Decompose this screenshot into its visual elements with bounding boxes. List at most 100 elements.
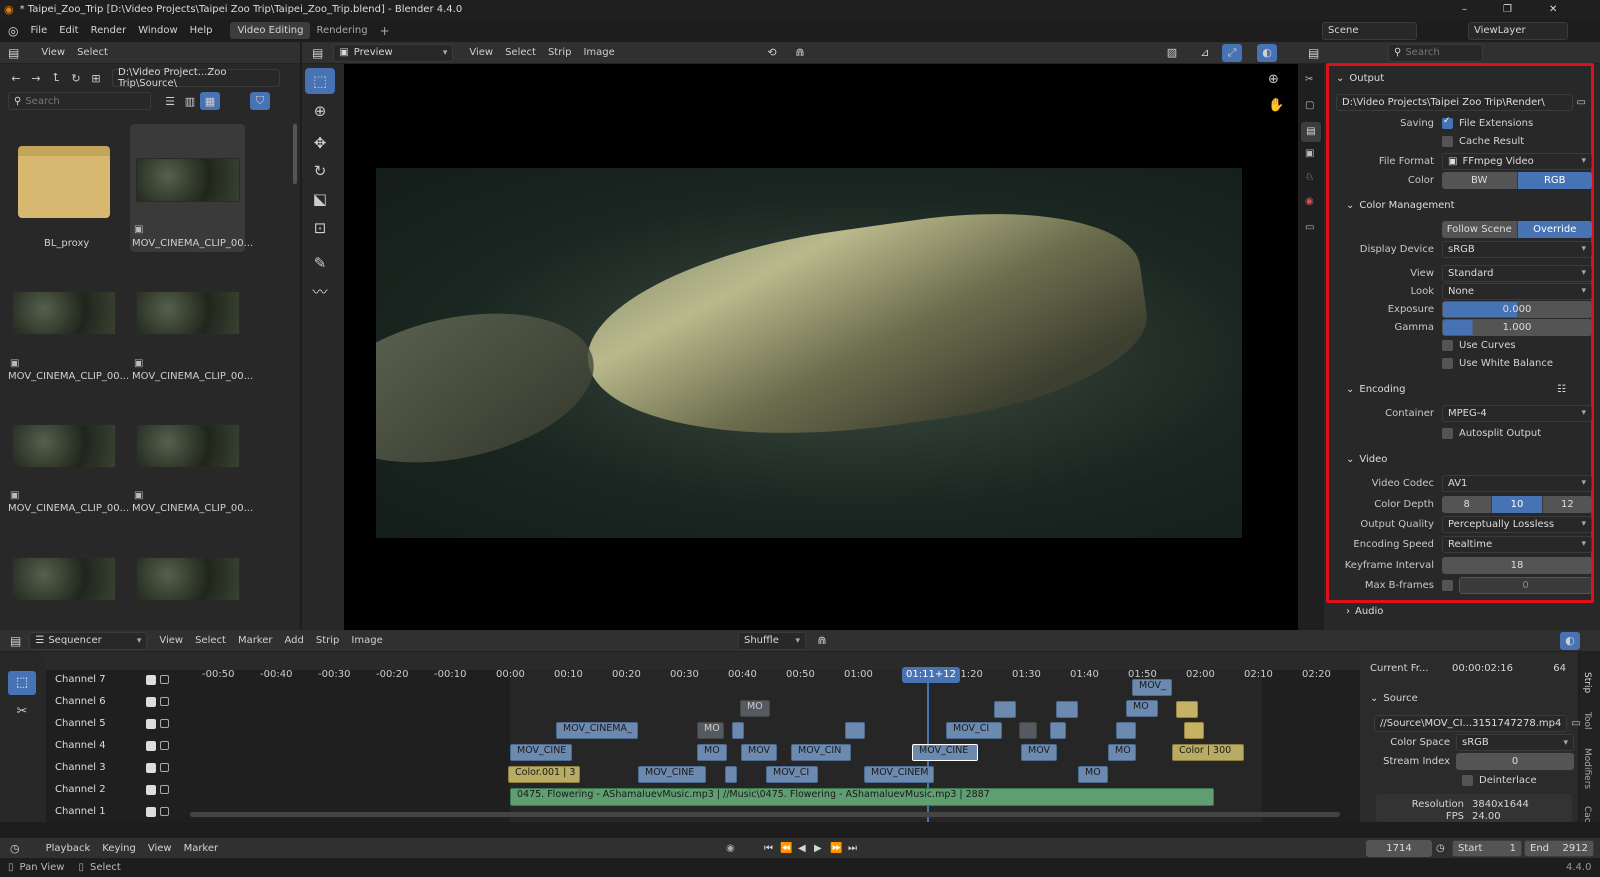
back-icon[interactable]: ← [6,69,26,87]
editor-type-icon[interactable]: ▤ [10,634,21,648]
file-format-dropdown[interactable]: ▣ FFmpeg Video [1442,152,1592,170]
jump-start-icon[interactable]: ⏮ [764,843,773,854]
pivot-icon[interactable]: ⟲ [762,44,782,62]
overlap-mode-selector[interactable]: Shuffle [738,631,806,650]
folder-icon[interactable] [18,146,110,218]
use-curves-checkbox[interactable] [1442,339,1453,351]
channel-mute-checkbox[interactable] [146,674,156,685]
file-item-label[interactable]: BL_proxy [44,238,89,249]
strip[interactable]: MO [1126,700,1158,717]
seq-menu-view[interactable]: View [153,635,189,646]
strip[interactable]: Color | 300 [1172,744,1244,761]
channel-mute-checkbox[interactable] [146,696,156,707]
menu-window[interactable]: Window [138,25,177,36]
move-tool[interactable]: ✥ [305,130,335,156]
editor-type-icon[interactable]: ◷ [10,842,20,855]
video-thumbnail[interactable] [12,557,116,601]
gizmo-icon[interactable]: ⊿ [1195,44,1215,62]
strip[interactable]: MOV_ [1132,679,1172,696]
file-item-label[interactable]: MOV_CINEMA_CLIP_00... [132,238,253,249]
viewlayer-selector[interactable]: ViewLayer [1468,21,1568,40]
lock-icon[interactable] [160,785,169,794]
scale-tool[interactable]: ⬕ [305,186,335,212]
preview-menu-view[interactable]: View [463,47,499,58]
editor-type-icon[interactable]: ▤ [8,46,19,60]
color-management-header[interactable]: ⌄ Color Management [1330,195,1592,215]
channel-mute-checkbox[interactable] [146,718,156,729]
lock-icon[interactable] [160,697,169,706]
strip[interactable] [1019,722,1037,739]
depth-12-button[interactable]: 12 [1542,495,1592,513]
output-tab-icon[interactable]: ▤ [1301,122,1321,142]
overlays-icon[interactable]: ◐ [1257,43,1277,62]
source-path-field[interactable]: //Source\MOV_CI...3151747278.mp4 [1374,715,1568,732]
strip[interactable]: MO [740,700,770,717]
new-folder-icon[interactable]: ⊞ [86,69,106,87]
strip[interactable] [725,766,737,783]
video-thumbnail[interactable] [136,291,240,335]
menu-help[interactable]: Help [190,25,213,36]
stream-index-field[interactable]: 0 [1456,753,1574,770]
channel-mute-checkbox[interactable] [146,806,156,817]
view-type-selector[interactable]: ▣ Preview [333,43,454,62]
lock-icon[interactable] [160,719,169,728]
start-frame-field[interactable]: Start 1 [1452,839,1522,857]
strip[interactable] [1116,722,1136,739]
preview-menu-strip[interactable]: Strip [542,47,578,58]
strip[interactable]: MO [697,722,724,739]
video-thumbnail[interactable] [136,158,240,202]
strip[interactable]: Color.001 | 3 [508,766,580,783]
seq-menu-image[interactable]: Image [345,635,388,646]
transform-tool[interactable]: ⊡ [305,215,335,241]
file-item-label[interactable]: MOV_CINEMA_CLIP_00... [132,503,253,514]
encoding-section-header[interactable]: ⌄ Encoding ☷ [1330,379,1592,399]
strip[interactable]: MOV_CINEM [864,766,934,783]
collection-tab-icon[interactable]: ▭ [1305,222,1314,233]
strip[interactable] [994,701,1016,718]
strip[interactable] [732,722,744,739]
view-layer-tab-icon[interactable]: ▣ [1305,148,1314,159]
file-item-label[interactable]: MOV_CINEMA_CLIP_00... [8,371,129,382]
prev-keyframe-icon[interactable]: ⏪ [780,843,792,854]
overlays-icon[interactable]: ◐ [1560,631,1580,650]
strip[interactable]: MOV_CI [946,722,1002,739]
file-item-label[interactable]: MOV_CINEMA_CLIP_00... [132,371,253,382]
annotate-tool[interactable]: 〰 [305,278,335,304]
maximize-button[interactable]: ❐ [1503,4,1512,15]
scene-tab-icon[interactable]: ♘ [1305,172,1314,183]
minimize-button[interactable]: – [1462,4,1467,15]
fb-menu-view[interactable]: View [35,47,71,58]
preview-viewport[interactable]: ⊕ ✋ [344,64,1322,630]
follow-scene-button[interactable]: Follow Scene [1442,220,1518,238]
clock-icon[interactable]: ◷ [1436,843,1445,854]
seq-menu-select[interactable]: Select [189,635,232,646]
strip[interactable]: MOV [1021,744,1057,761]
properties-search-input[interactable]: ⚲ Search [1388,43,1483,62]
menu-marker[interactable]: Marker [178,843,225,854]
keyframe-field[interactable]: 18 [1442,556,1592,574]
list-view-icon[interactable]: ☰ [160,92,180,110]
refresh-icon[interactable]: ↻ [66,69,86,87]
deinterlace-checkbox[interactable] [1462,774,1473,786]
video-thumbnail[interactable] [12,291,116,335]
video-thumbnail[interactable] [136,424,240,468]
thumbnail-view-icon[interactable]: ▦ [200,92,220,110]
menu-view[interactable]: View [142,843,178,854]
strip[interactable]: MOV_CINE [638,766,706,783]
display-device-dropdown[interactable]: sRGB [1442,240,1592,258]
overlay-tool-icon[interactable]: ⤢ [1222,43,1242,62]
menu-file[interactable]: File [30,25,47,36]
view-dropdown[interactable]: Standard [1442,264,1592,282]
sidebar-tab-modifiers[interactable]: Modifiers [1582,748,1592,789]
strip[interactable]: MO [697,744,727,761]
strip[interactable]: MOV_CINE [912,744,978,761]
gamma-slider[interactable]: 1.000 [1442,318,1592,336]
depth-10-button[interactable]: 10 [1492,495,1543,513]
fb-scrollbar[interactable] [293,124,297,184]
filter-icon[interactable]: ⛉ [250,92,270,110]
menu-render[interactable]: Render [91,25,127,36]
timeline-scrollbar[interactable] [190,812,1340,817]
preview-menu-select[interactable]: Select [499,47,542,58]
exposure-slider[interactable]: 0.000 [1442,300,1592,318]
pan-hand-icon[interactable]: ✋ [1268,98,1284,113]
